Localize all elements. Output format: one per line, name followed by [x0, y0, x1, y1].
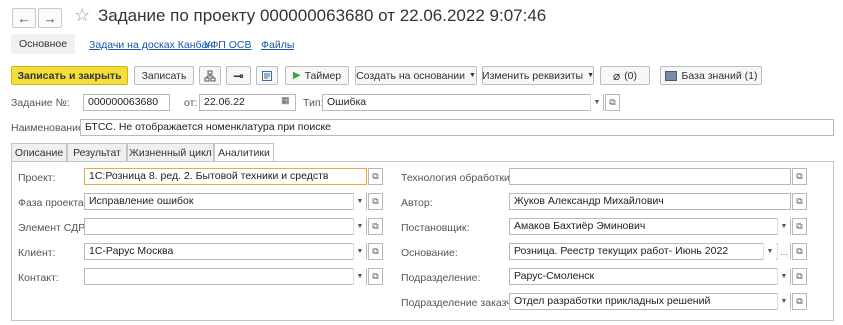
task-no-label: Задание №:: [11, 97, 70, 109]
date-label: от:: [184, 97, 198, 109]
sdr-label: Элемент СДР:: [18, 222, 88, 234]
open-icon[interactable]: ⧉: [368, 218, 383, 235]
chevron-down-icon[interactable]: ▼: [353, 268, 366, 285]
basis-field[interactable]: Розница. Реестр текущих работ- Июнь 2022: [509, 243, 791, 260]
client-field[interactable]: 1С-Рарус Москва: [84, 243, 367, 260]
open-icon[interactable]: ⧉: [792, 193, 807, 210]
hierarchy-icon: [204, 70, 216, 81]
chevron-down-icon[interactable]: ▼: [353, 193, 366, 210]
project-label: Проект:: [18, 172, 56, 184]
attachments-button[interactable]: ⌀ (0): [600, 66, 650, 85]
open-icon[interactable]: ⧉: [368, 168, 383, 185]
chevron-down-icon[interactable]: ▼: [763, 243, 776, 260]
change-props-button[interactable]: Изменить реквизиты ▼: [482, 66, 594, 85]
dept-value: Рарус-Смоленск: [514, 270, 595, 282]
timer-button[interactable]: ▶ Таймер: [285, 66, 349, 85]
tab-lifecycle[interactable]: Жизненный цикл: [127, 143, 214, 161]
setter-field[interactable]: Амаков Бахтиёр Эминович: [509, 218, 791, 235]
chevron-down-icon: ▼: [587, 72, 594, 79]
calendar-icon[interactable]: ▦: [281, 95, 290, 106]
type-label: Тип:: [303, 97, 324, 109]
basis-label: Основание:: [401, 247, 458, 259]
nav-main[interactable]: Основное: [11, 34, 76, 54]
change-props-label: Изменить реквизиты: [482, 69, 584, 82]
attachments-count: (0): [624, 69, 638, 82]
contact-field[interactable]: [84, 268, 367, 285]
client-value: 1С-Рарус Москва: [89, 245, 174, 257]
tech-field[interactable]: [509, 168, 791, 185]
forward-button[interactable]: →: [38, 8, 62, 28]
ellipsis-icon[interactable]: …: [777, 243, 790, 260]
open-icon[interactable]: ⧉: [792, 268, 807, 285]
setter-label: Постановщик:: [401, 222, 470, 234]
open-icon[interactable]: ⧉: [368, 243, 383, 260]
name-field[interactable]: БТСС. Не отображается номенклатура при п…: [80, 119, 834, 136]
setter-value: Амаков Бахтиёр Эминович: [514, 220, 646, 232]
open-icon[interactable]: ⧉: [792, 293, 807, 310]
page-title: Задание по проекту 000000063680 от 22.06…: [98, 6, 547, 25]
dept-field[interactable]: Рарус-Смоленск: [509, 268, 791, 285]
timer-label: Таймер: [304, 69, 342, 82]
print-button[interactable]: [256, 66, 278, 85]
client-dept-field[interactable]: Отдел разработки прикладных решений: [509, 293, 791, 310]
report-icon: [262, 70, 272, 81]
name-label: Наименование:: [11, 122, 87, 134]
type-value: Ошибка: [327, 96, 367, 108]
type-field[interactable]: Ошибка: [322, 94, 604, 111]
contact-label: Контакт:: [18, 272, 59, 284]
create-based-on-button[interactable]: Создать на основании ▼: [355, 66, 477, 85]
book-icon: [664, 70, 677, 81]
save-button[interactable]: Записать: [134, 66, 194, 85]
nav-link-files[interactable]: Файлы: [261, 39, 294, 51]
back-button[interactable]: ←: [12, 8, 36, 28]
open-icon[interactable]: ⧉: [792, 218, 807, 235]
paperclip-icon: ⌀: [612, 68, 621, 83]
chevron-down-icon[interactable]: ▼: [590, 94, 603, 111]
task-no-field[interactable]: 000000063680: [83, 94, 170, 111]
phase-value: Исправление ошибок: [89, 195, 194, 207]
star-icon[interactable]: ☆: [74, 5, 90, 26]
open-icon[interactable]: ⧉: [792, 243, 807, 260]
open-icon[interactable]: ⧉: [368, 268, 383, 285]
dept-label: Подразделение:: [401, 272, 481, 284]
knowledge-base-label: База знаний (1): [681, 69, 758, 82]
nav-link-ufp[interactable]: УФП ОСВ: [204, 39, 252, 51]
tech-label: Технология обработки:: [401, 172, 513, 184]
arrow-right-icon: →: [43, 10, 57, 26]
chevron-down-icon[interactable]: ▼: [777, 218, 790, 235]
open-icon[interactable]: ⧉: [368, 193, 383, 210]
tab-analytics[interactable]: Аналитики: [214, 143, 274, 162]
author-label: Автор:: [401, 197, 433, 209]
nav-link-kanban[interactable]: Задачи на досках Канбан: [89, 39, 213, 51]
author-field[interactable]: Жуков Александр Михайлович: [509, 193, 791, 210]
knowledge-base-button[interactable]: База знаний (1): [660, 66, 762, 85]
play-icon: ▶: [292, 70, 301, 81]
basis-value: Розница. Реестр текущих работ- Июнь 2022: [514, 245, 729, 257]
save-and-close-button[interactable]: Записать и закрыть: [11, 66, 128, 85]
phase-field[interactable]: Исправление ошибок: [84, 193, 367, 210]
create-based-label: Создать на основании: [356, 69, 465, 82]
structure-button[interactable]: [199, 66, 221, 85]
chevron-down-icon[interactable]: ▼: [777, 293, 790, 310]
chevron-down-icon[interactable]: ▼: [353, 243, 366, 260]
open-icon[interactable]: ⧉: [792, 168, 807, 185]
date-value: 22.06.22: [204, 96, 245, 108]
chevron-down-icon: ▼: [469, 72, 476, 79]
chevron-down-icon[interactable]: ▼: [777, 268, 790, 285]
phase-label: Фаза проекта:: [18, 197, 87, 209]
link-button[interactable]: ⊸: [226, 66, 251, 85]
sdr-field[interactable]: [84, 218, 367, 235]
tab-result[interactable]: Результат: [67, 143, 127, 161]
client-dept-value: Отдел разработки прикладных решений: [514, 295, 711, 307]
chevron-down-icon[interactable]: ▼: [353, 218, 366, 235]
client-label: Клиент:: [18, 247, 56, 259]
open-icon[interactable]: ⧉: [605, 94, 620, 111]
key-icon: ⊸: [233, 68, 244, 83]
arrow-left-icon: ←: [17, 10, 31, 26]
project-field[interactable]: 1С:Розница 8. ред. 2. Бытовой техники и …: [84, 168, 367, 185]
tab-description[interactable]: Описание: [11, 143, 67, 161]
